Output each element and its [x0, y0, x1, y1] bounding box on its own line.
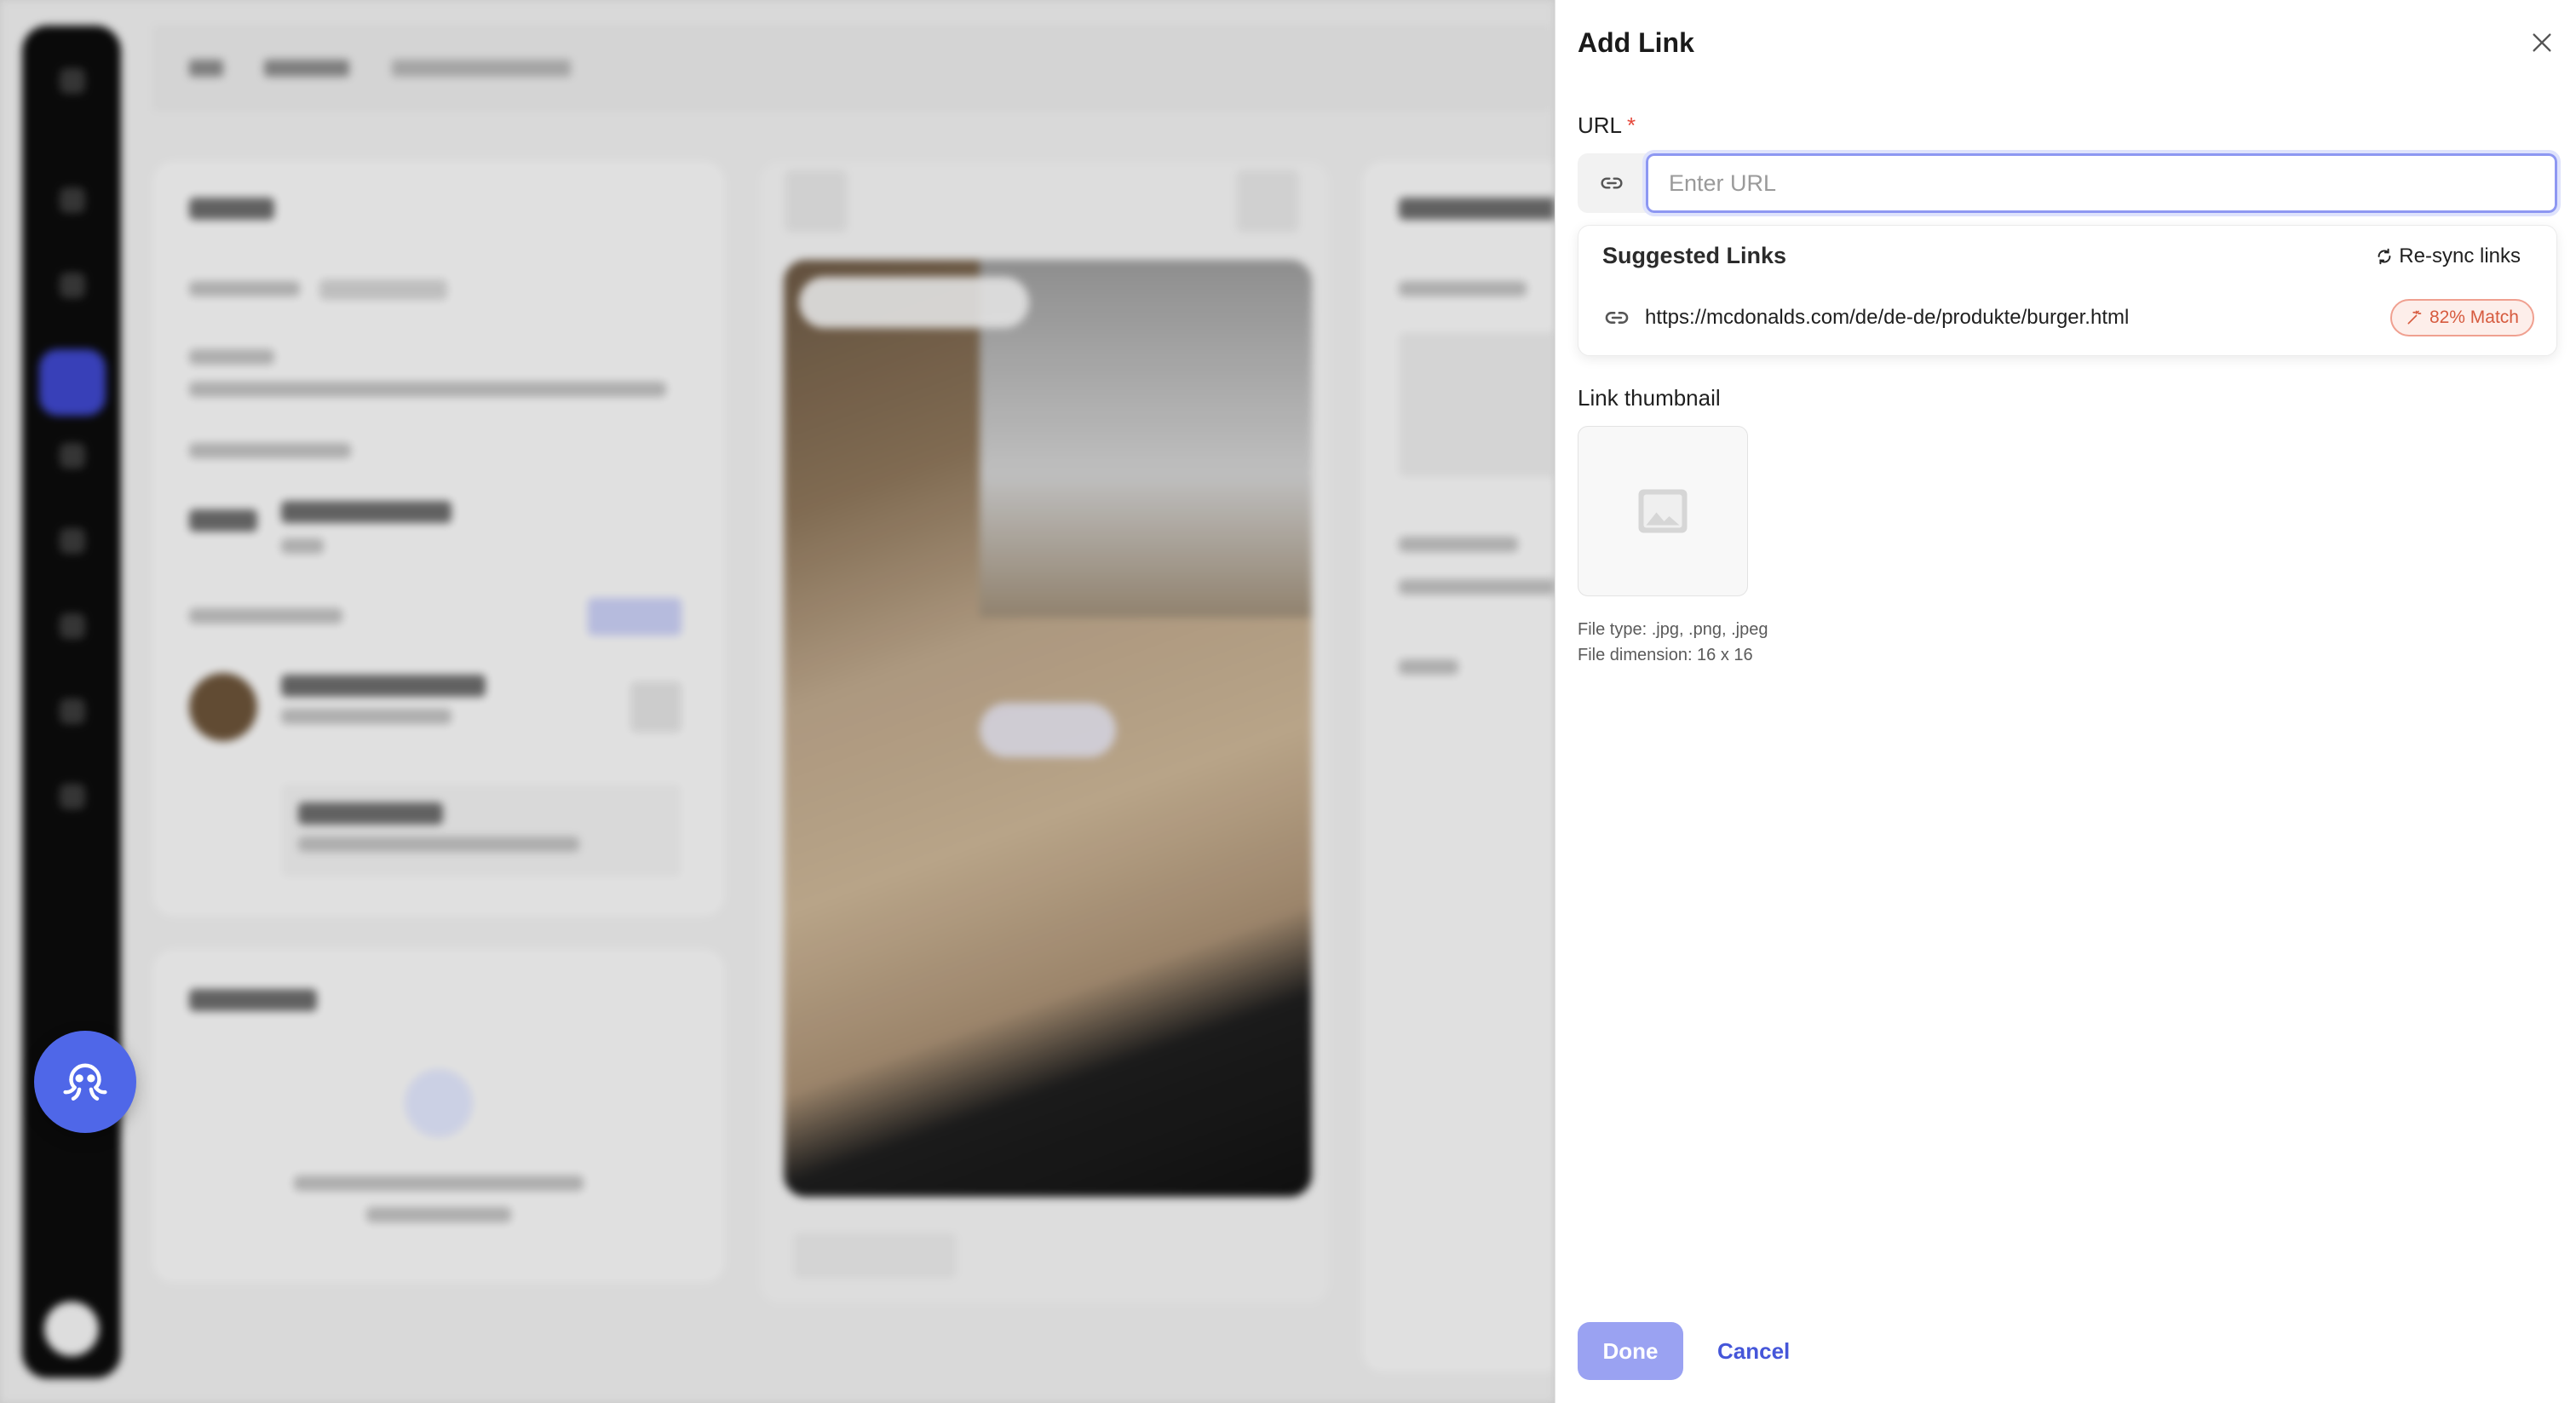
- dialog-title: Add Link: [1578, 27, 1694, 58]
- match-text: 82% Match: [2429, 308, 2519, 327]
- thumbnail-upload[interactable]: [1578, 426, 1748, 596]
- suggested-links-card: Suggested Links Re-sync links https://mc…: [1578, 225, 2557, 356]
- suggested-links-title: Suggested Links: [1602, 243, 1787, 268]
- assistant-button[interactable]: [34, 1031, 136, 1133]
- octopus-icon: [63, 1063, 107, 1101]
- required-mark: *: [1627, 112, 1636, 138]
- resync-links-button[interactable]: Re-sync links: [2375, 244, 2521, 268]
- close-button[interactable]: [2523, 24, 2561, 61]
- image-placeholder-icon: [1638, 489, 1688, 533]
- close-icon: [2533, 33, 2551, 52]
- link-icon: [1605, 312, 1629, 324]
- url-label: URL *: [1578, 112, 1636, 139]
- done-button[interactable]: Done: [1578, 1322, 1683, 1380]
- magic-wand-icon: [2407, 310, 2422, 325]
- file-type-hint: File type: .jpg, .png, .jpeg: [1578, 620, 1768, 639]
- file-dimension-hint: File dimension: 16 x 16: [1578, 646, 1753, 664]
- modal-backdrop[interactable]: [0, 0, 1555, 1403]
- suggested-link-url: https://mcdonalds.com/de/de-de/produkte/…: [1645, 306, 2130, 329]
- link-thumbnail-label: Link thumbnail: [1578, 385, 1721, 411]
- url-label-text: URL: [1578, 112, 1623, 138]
- add-link-panel: Add Link URL* Suggested Links Re-s: [1555, 0, 2576, 1403]
- resync-icon: [2378, 248, 2391, 265]
- match-badge: 82% Match: [2389, 299, 2534, 336]
- resync-label: Re-sync links: [2399, 244, 2521, 267]
- url-prefix: [1578, 153, 1646, 213]
- suggested-link-item[interactable]: https://mcdonalds.com/de/de-de/produkte/…: [1602, 297, 2534, 338]
- url-input[interactable]: [1642, 150, 2561, 216]
- cancel-button[interactable]: Cancel: [1717, 1322, 1790, 1380]
- link-icon: [1601, 177, 1623, 189]
- url-field-group: [1578, 150, 2561, 216]
